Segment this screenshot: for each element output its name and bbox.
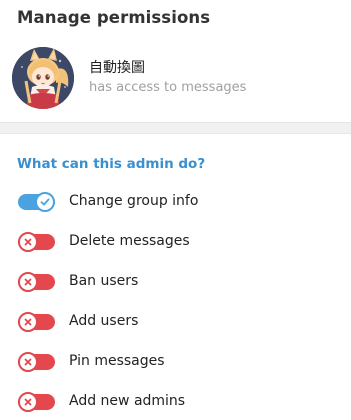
change-group-info-toggle[interactable] — [18, 192, 55, 212]
close-icon — [24, 238, 32, 246]
add-users-toggle[interactable] — [18, 312, 55, 332]
permission-label: Change group info — [69, 193, 199, 209]
close-icon — [24, 358, 32, 366]
admin-name: 自動換圖 — [89, 60, 145, 76]
close-icon — [24, 398, 32, 406]
permission-row-pin-messages[interactable]: Pin messages — [0, 342, 351, 382]
permission-row-add-new-admins[interactable]: Add new admins — [0, 382, 351, 420]
permission-label: Add new admins — [69, 393, 186, 409]
manage-permissions-panel: Manage permissions 自動換圖 has access to me… — [0, 0, 351, 420]
permission-label: Ban users — [69, 273, 139, 289]
add-new-admins-toggle[interactable] — [18, 392, 55, 412]
delete-messages-toggle[interactable] — [18, 232, 55, 252]
close-icon — [24, 278, 32, 286]
admin-status: has access to messages — [89, 80, 247, 95]
page-title: Manage permissions — [17, 8, 211, 27]
toggle-knob — [18, 312, 38, 332]
section-divider — [0, 122, 351, 134]
close-icon — [24, 318, 32, 326]
admin-user-row[interactable]: 自動換圖 has access to messages — [12, 47, 332, 109]
pin-messages-toggle[interactable] — [18, 352, 55, 372]
permission-list: Change group info Delete messages Ban us… — [0, 182, 351, 420]
toggle-knob — [18, 352, 38, 372]
permission-label: Delete messages — [69, 233, 190, 249]
permission-row-change-group-info[interactable]: Change group info — [0, 182, 351, 222]
permission-row-delete-messages[interactable]: Delete messages — [0, 222, 351, 262]
toggle-knob — [18, 272, 38, 292]
section-title: What can this admin do? — [17, 156, 206, 172]
ban-users-toggle[interactable] — [18, 272, 55, 292]
toggle-knob — [35, 192, 55, 212]
check-icon — [40, 198, 50, 206]
permission-row-add-users[interactable]: Add users — [0, 302, 351, 342]
permission-label: Pin messages — [69, 353, 165, 369]
avatar[interactable] — [12, 47, 74, 109]
anime-fox-girl-avatar-icon — [12, 47, 74, 109]
toggle-knob — [18, 232, 38, 252]
permission-row-ban-users[interactable]: Ban users — [0, 262, 351, 302]
toggle-knob — [18, 392, 38, 412]
permission-label: Add users — [69, 313, 139, 329]
